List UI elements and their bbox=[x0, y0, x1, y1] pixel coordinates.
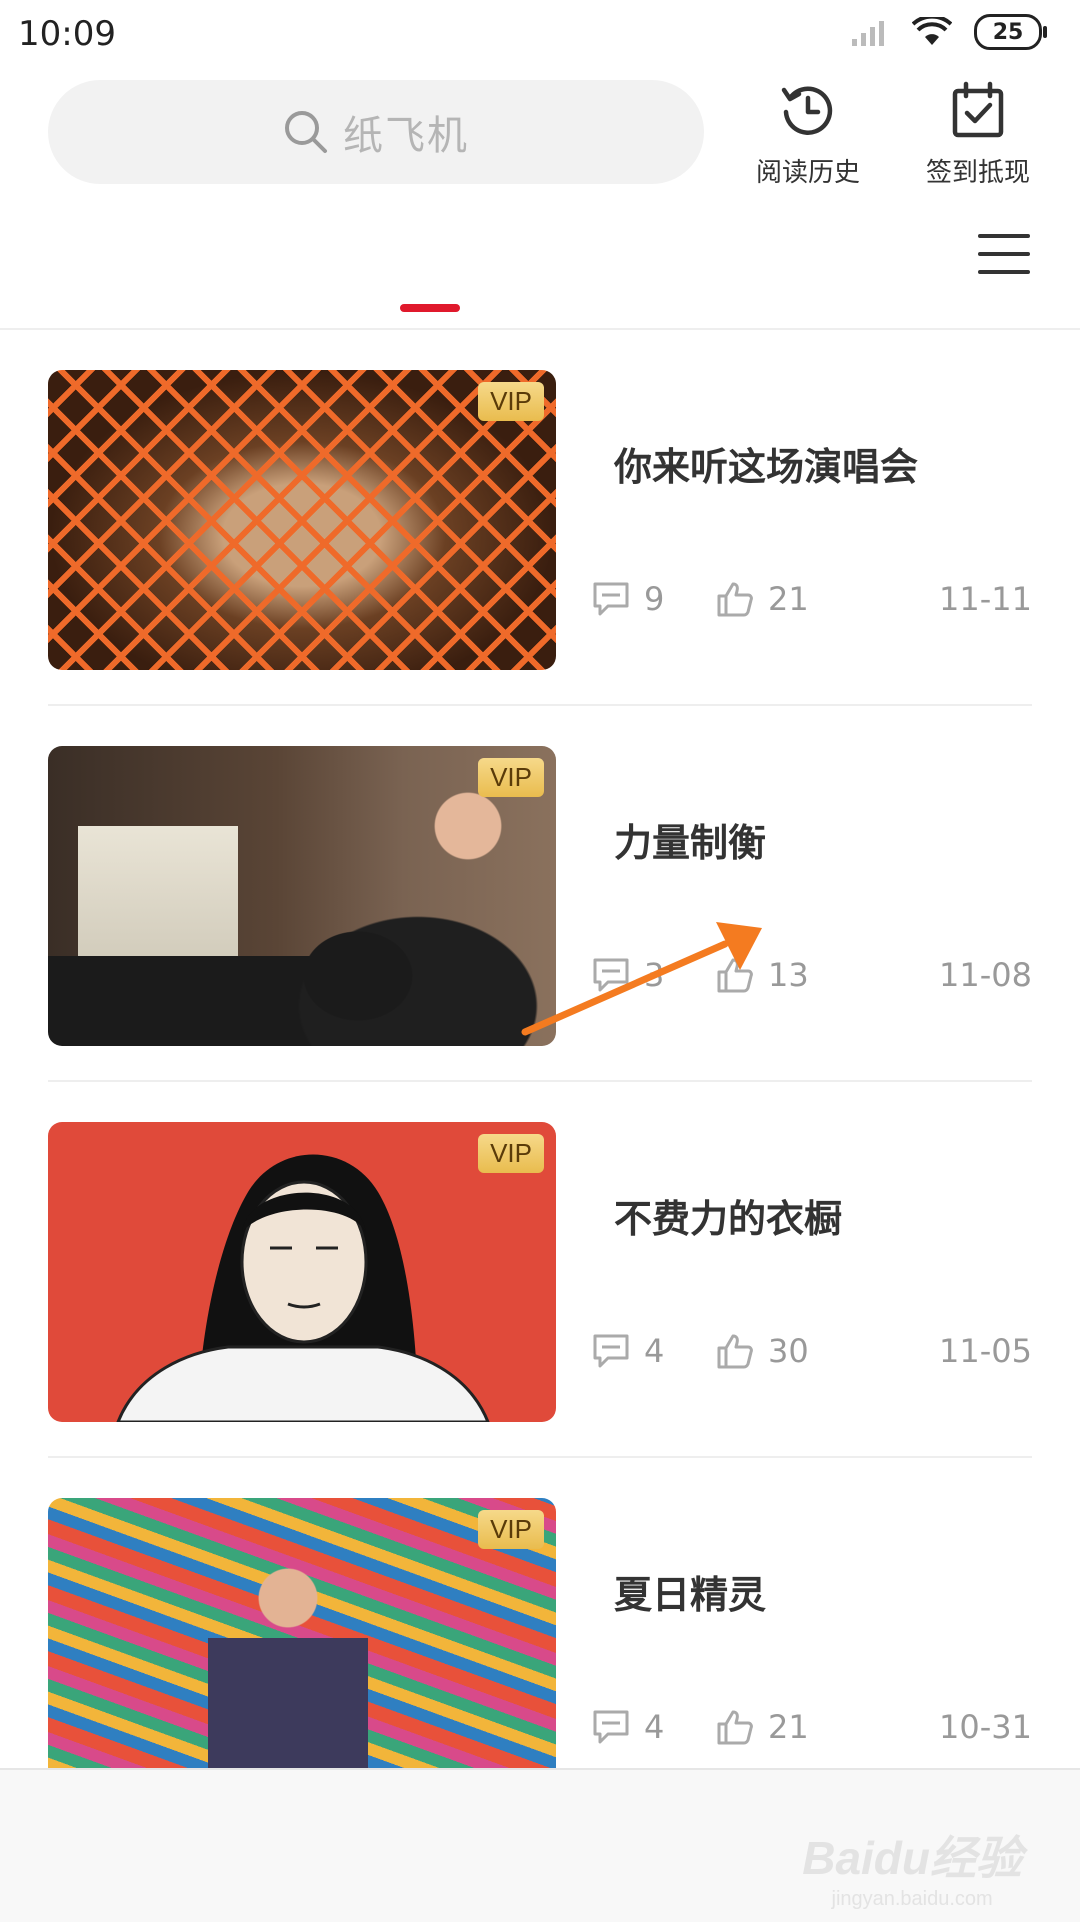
vip-badge: VIP bbox=[478, 758, 544, 797]
reading-history-label: 阅读历史 bbox=[755, 158, 860, 188]
comment-icon bbox=[593, 582, 629, 616]
like-count-value: 21 bbox=[768, 1708, 809, 1746]
status-bar: 10:09 25 bbox=[0, 0, 1080, 72]
like-count-value: 21 bbox=[768, 580, 809, 618]
comment-count[interactable]: 3 bbox=[592, 956, 664, 994]
like-count[interactable]: 13 bbox=[716, 956, 809, 994]
article-meta: 4 21 10-31 bbox=[592, 1708, 1032, 1748]
like-count[interactable]: 21 bbox=[716, 580, 809, 618]
thumbs-up-icon bbox=[717, 1334, 753, 1369]
watermark-main: Baidu经验 bbox=[802, 1832, 1022, 1884]
vip-badge: VIP bbox=[478, 382, 544, 421]
vip-badge: VIP bbox=[478, 1134, 544, 1173]
article-thumbnail[interactable]: VIP bbox=[48, 1122, 556, 1422]
comment-count[interactable]: 4 bbox=[592, 1708, 664, 1746]
article-date: 11-11 bbox=[939, 580, 1032, 618]
article-feed[interactable]: VIP 你来听这场演唱会 9 21 11-11 VIP 力量制衡 3 13 11… bbox=[0, 330, 1080, 1770]
like-count[interactable]: 30 bbox=[716, 1332, 809, 1370]
article-title[interactable]: 你来听这场演唱会 bbox=[614, 436, 918, 491]
comment-count-value: 4 bbox=[644, 1708, 665, 1746]
article-title[interactable]: 力量制衡 bbox=[614, 812, 766, 867]
article-meta: 4 30 11-05 bbox=[592, 1332, 1032, 1372]
article-date: 11-05 bbox=[939, 1332, 1032, 1370]
wifi-icon bbox=[912, 17, 952, 45]
list-item[interactable]: VIP 夏日精灵 4 21 10-31 bbox=[48, 1458, 1032, 1770]
like-count-value: 13 bbox=[768, 956, 809, 994]
status-icons: 25 bbox=[850, 14, 1047, 50]
vip-badge: VIP bbox=[478, 1510, 544, 1549]
article-title[interactable]: 夏日精灵 bbox=[614, 1564, 766, 1619]
list-item[interactable]: VIP 你来听这场演唱会 9 21 11-11 bbox=[48, 330, 1032, 706]
comment-count-value: 4 bbox=[644, 1332, 665, 1370]
list-item[interactable]: VIP 力量制衡 3 13 11-08 bbox=[48, 706, 1032, 1082]
status-time: 10:09 bbox=[18, 14, 116, 54]
comment-count-value: 9 bbox=[644, 580, 665, 618]
menu-icon[interactable] bbox=[978, 228, 1030, 280]
active-tab-indicator bbox=[400, 304, 460, 312]
comment-count[interactable]: 9 bbox=[592, 580, 664, 618]
search-placeholder: 纸飞机 bbox=[343, 113, 469, 159]
thumbs-up-icon bbox=[717, 1710, 753, 1745]
battery-indicator: 25 bbox=[974, 14, 1047, 50]
article-thumbnail[interactable]: VIP bbox=[48, 370, 556, 670]
history-clock-icon bbox=[781, 86, 833, 135]
watermark-sub: jingyan.baidu.com bbox=[831, 1888, 993, 1910]
comment-count[interactable]: 4 bbox=[592, 1332, 664, 1370]
checkin-button[interactable]: 签到抵现 bbox=[908, 80, 1048, 189]
header: 纸飞机 阅读历史 签到抵现 bbox=[0, 72, 1080, 202]
article-date: 10-31 bbox=[939, 1708, 1032, 1746]
list-item[interactable]: VIP 不费力的衣橱 4 30 11-05 bbox=[48, 1082, 1032, 1458]
search-icon bbox=[285, 111, 327, 153]
comment-icon bbox=[593, 1710, 629, 1744]
thumbs-up-icon bbox=[717, 958, 753, 993]
article-meta: 9 21 11-11 bbox=[592, 580, 1032, 620]
category-tab-bar bbox=[0, 202, 1080, 330]
comment-count-value: 3 bbox=[644, 956, 665, 994]
article-title[interactable]: 不费力的衣橱 bbox=[614, 1188, 842, 1243]
search-input[interactable]: 纸飞机 bbox=[48, 80, 704, 184]
article-date: 11-08 bbox=[939, 956, 1032, 994]
signal-icon bbox=[852, 21, 884, 46]
battery-level: 25 bbox=[992, 19, 1024, 45]
checkin-label: 签到抵现 bbox=[925, 158, 1030, 188]
article-thumbnail[interactable]: VIP bbox=[48, 746, 556, 1046]
comment-icon bbox=[593, 1334, 629, 1368]
calendar-check-icon bbox=[952, 81, 1004, 138]
reading-history-button[interactable]: 阅读历史 bbox=[738, 80, 878, 189]
thumbs-up-icon bbox=[717, 582, 753, 617]
article-thumbnail[interactable]: VIP bbox=[48, 1498, 556, 1770]
like-count[interactable]: 21 bbox=[716, 1708, 809, 1746]
article-meta: 3 13 11-08 bbox=[592, 956, 1032, 996]
baidu-jingyan-watermark: Baidu经验 jingyan.baidu.com bbox=[802, 1822, 1022, 1911]
bottom-navigation-bar: Baidu经验 jingyan.baidu.com bbox=[0, 1768, 1080, 1922]
comment-icon bbox=[593, 958, 629, 992]
like-count-value: 30 bbox=[768, 1332, 809, 1370]
